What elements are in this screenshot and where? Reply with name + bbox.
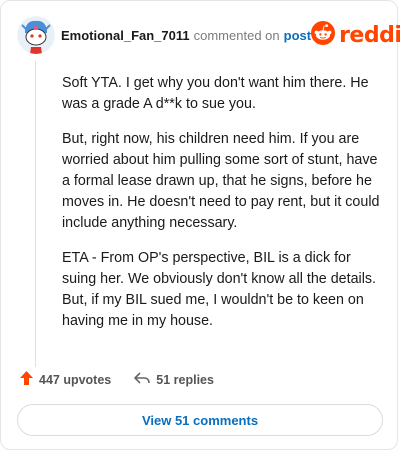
- upvote-count: 447 upvotes: [39, 372, 112, 387]
- comment-paragraph-1: Soft YTA. I get why you don't want him t…: [62, 75, 369, 112]
- comment-meta: Emotional_Fan_7011 commented on post: [61, 28, 311, 43]
- reddit-wordmark: reddit: [339, 22, 400, 48]
- reddit-snoo-icon: [311, 20, 336, 50]
- post-link[interactable]: post: [284, 28, 311, 43]
- reply-arrow-icon: [133, 371, 151, 388]
- view-comments-button[interactable]: View 51 comments: [17, 404, 383, 436]
- comment-paragraph-2: But, right now, his children need him. I…: [62, 131, 380, 231]
- reddit-logo[interactable]: reddit: [311, 20, 400, 50]
- username-link[interactable]: Emotional_Fan_7011: [61, 28, 190, 43]
- commented-on-text: commented on: [193, 27, 280, 43]
- replies-count: 51 replies: [156, 372, 214, 387]
- upvote-arrow-icon: [19, 370, 34, 389]
- comment-card: Emotional_Fan_7011 commented on post red…: [0, 0, 400, 450]
- replies-button[interactable]: 51 replies: [133, 371, 214, 388]
- thread-line: [35, 61, 36, 367]
- snoo-avatar-icon[interactable]: [17, 16, 55, 54]
- comment-body: Soft YTA. I get why you don't want him t…: [62, 73, 384, 346]
- comment-paragraph-3: ETA - From OP's perspective, BIL is a di…: [62, 250, 377, 329]
- comment-header: Emotional_Fan_7011 commented on post red…: [17, 15, 400, 55]
- comment-actions: 447 upvotes 51 replies: [19, 370, 214, 389]
- upvote-button[interactable]: 447 upvotes: [19, 370, 111, 389]
